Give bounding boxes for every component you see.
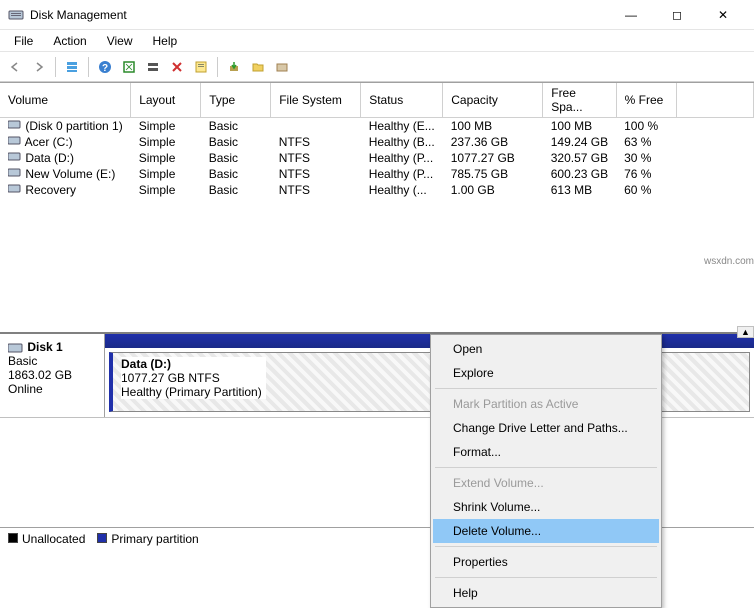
table-row[interactable]: Data (D:)SimpleBasicNTFSHealthy (P...107… — [0, 150, 754, 166]
disk-type: Basic — [8, 354, 37, 368]
primary-swatch — [97, 533, 107, 543]
partition-detail: 1077.27 GB NTFS — [121, 371, 220, 385]
table-row[interactable]: New Volume (E:)SimpleBasicNTFSHealthy (P… — [0, 166, 754, 182]
settings-button[interactable] — [271, 56, 293, 78]
partition-name: Data (D:) — [121, 357, 171, 371]
ctx-explore[interactable]: Explore — [433, 361, 659, 385]
menu-view[interactable]: View — [97, 32, 143, 50]
ctx-extend-volume: Extend Volume... — [433, 471, 659, 495]
column-headers: Volume Layout Type File System Status Ca… — [0, 83, 754, 118]
maximize-button[interactable]: ◻ — [654, 0, 700, 30]
col-type[interactable]: Type — [201, 83, 271, 118]
forward-button[interactable] — [28, 56, 50, 78]
ctx-shrink-volume[interactable]: Shrink Volume... — [433, 495, 659, 519]
ctx-help[interactable]: Help — [433, 581, 659, 605]
unallocated-swatch — [8, 533, 18, 543]
disk-size: 1863.02 GB — [8, 368, 72, 382]
legend-unallocated: Unallocated — [8, 532, 85, 546]
watermark: wsxdn.com — [704, 256, 754, 267]
table-row[interactable]: (Disk 0 partition 1)SimpleBasicHealthy (… — [0, 118, 754, 135]
col-volume[interactable]: Volume — [0, 83, 131, 118]
ctx-format[interactable]: Format... — [433, 440, 659, 464]
ctx-separator — [435, 546, 657, 547]
folder-button[interactable] — [247, 56, 269, 78]
window-title: Disk Management — [30, 8, 608, 22]
action-button[interactable] — [223, 56, 245, 78]
refresh-button[interactable] — [118, 56, 140, 78]
col-freespace[interactable]: Free Spa... — [543, 83, 616, 118]
drive-icon — [8, 119, 22, 133]
disk-status: Online — [8, 382, 43, 396]
table-row[interactable]: Acer (C:)SimpleBasicNTFSHealthy (B...237… — [0, 134, 754, 150]
volume-list[interactable]: Volume Layout Type File System Status Ca… — [0, 82, 754, 332]
menu-help[interactable]: Help — [143, 32, 188, 50]
scroll-up-arrow[interactable]: ▲ — [737, 326, 754, 338]
ctx-change-drive-letter[interactable]: Change Drive Letter and Paths... — [433, 416, 659, 440]
app-icon — [8, 7, 24, 23]
drive-icon — [8, 167, 22, 181]
close-button[interactable]: ✕ — [700, 0, 746, 30]
col-capacity[interactable]: Capacity — [443, 83, 543, 118]
view-options-button[interactable] — [61, 56, 83, 78]
menubar: File Action View Help — [0, 30, 754, 52]
titlebar: Disk Management ― ◻ ✕ — [0, 0, 754, 30]
ctx-separator — [435, 577, 657, 578]
drive-icon — [8, 151, 22, 165]
disk-label: Disk 1 — [27, 340, 62, 354]
ctx-properties[interactable]: Properties — [433, 550, 659, 574]
properties-button[interactable] — [190, 56, 212, 78]
table-row[interactable]: RecoverySimpleBasicNTFSHealthy (...1.00 … — [0, 182, 754, 198]
menu-action[interactable]: Action — [43, 32, 96, 50]
svg-text:?: ? — [102, 63, 108, 74]
disk-header[interactable]: Disk 1 Basic 1863.02 GB Online — [0, 334, 105, 417]
ctx-separator — [435, 467, 657, 468]
col-status[interactable]: Status — [361, 83, 443, 118]
ctx-delete-volume[interactable]: Delete Volume... — [433, 519, 659, 543]
ctx-mark-active: Mark Partition as Active — [433, 392, 659, 416]
help-button[interactable]: ? — [94, 56, 116, 78]
col-filesystem[interactable]: File System — [271, 83, 361, 118]
delete-icon[interactable] — [166, 56, 188, 78]
col-layout[interactable]: Layout — [131, 83, 201, 118]
menu-file[interactable]: File — [4, 32, 43, 50]
drive-icon — [8, 183, 22, 197]
rescan-button[interactable] — [142, 56, 164, 78]
context-menu: Open Explore Mark Partition as Active Ch… — [430, 334, 662, 608]
drive-icon — [8, 135, 22, 149]
ctx-separator — [435, 388, 657, 389]
ctx-open[interactable]: Open — [433, 337, 659, 361]
minimize-button[interactable]: ― — [608, 0, 654, 30]
back-button[interactable] — [4, 56, 26, 78]
legend-primary: Primary partition — [97, 532, 198, 546]
col-pctfree[interactable]: % Free — [616, 83, 676, 118]
toolbar: ? — [0, 52, 754, 82]
partition-health: Healthy (Primary Partition) — [121, 385, 262, 399]
